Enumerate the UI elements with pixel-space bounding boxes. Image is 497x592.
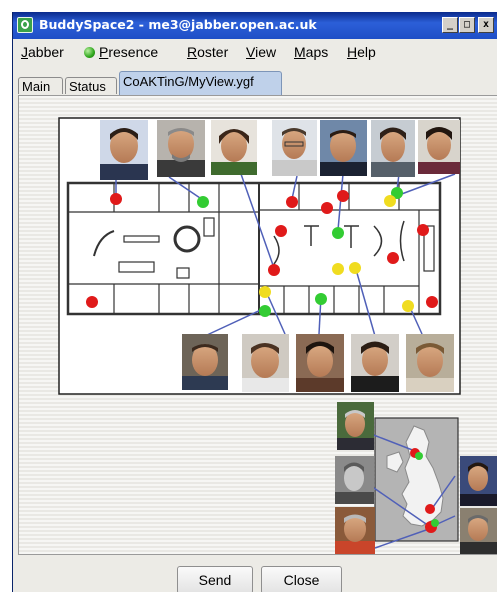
presence-marker-green[interactable] <box>197 196 209 208</box>
user-avatar[interactable] <box>100 120 148 180</box>
presence-marker-yellow[interactable] <box>259 286 271 298</box>
presence-marker-red[interactable] <box>425 504 435 514</box>
menu-roster[interactable]: Roster <box>187 44 228 60</box>
minimize-button[interactable]: _ <box>442 17 458 33</box>
presence-marker-red[interactable] <box>286 196 298 208</box>
menu-bar: Jabber Presence Roster View Maps Help <box>13 41 497 63</box>
user-avatar[interactable] <box>351 334 399 392</box>
map-canvas <box>58 117 497 554</box>
presence-marker-green[interactable] <box>415 452 423 460</box>
presence-marker-green[interactable] <box>259 305 271 317</box>
user-avatar[interactable] <box>460 456 497 506</box>
user-avatar[interactable] <box>157 120 205 177</box>
bottom-avatar-row <box>182 334 454 392</box>
send-button[interactable]: Send <box>177 566 253 592</box>
menu-view[interactable]: View <box>246 44 276 60</box>
user-avatar[interactable] <box>371 120 415 177</box>
presence-marker-yellow[interactable] <box>349 262 361 274</box>
user-avatar[interactable] <box>335 456 374 504</box>
tab-status[interactable]: Status <box>65 77 117 94</box>
presence-marker-yellow[interactable] <box>402 300 414 312</box>
user-avatar[interactable] <box>182 334 228 390</box>
menu-presence[interactable]: Presence <box>84 44 158 60</box>
presence-marker-red[interactable] <box>268 264 280 276</box>
presence-marker-red[interactable] <box>426 296 438 308</box>
uk-map <box>374 417 459 542</box>
presence-marker-red[interactable] <box>110 193 122 205</box>
window-title: BuddySpace2 - me3@jabber.open.ac.uk <box>39 17 317 32</box>
presence-marker-red[interactable] <box>387 252 399 264</box>
presence-marker-green[interactable] <box>315 293 327 305</box>
menu-jabber[interactable]: Jabber <box>21 44 64 60</box>
presence-marker-red[interactable] <box>417 224 429 236</box>
map-view-panel <box>18 95 497 555</box>
presence-marker-red[interactable] <box>275 225 287 237</box>
tab-main[interactable]: Main <box>18 77 63 94</box>
presence-marker-yellow[interactable] <box>384 195 396 207</box>
presence-marker-yellow[interactable] <box>332 263 344 275</box>
presence-status-icon <box>84 47 95 58</box>
user-avatar[interactable] <box>335 507 375 554</box>
presence-marker-red[interactable] <box>337 190 349 202</box>
dialog-button-row: Send Close <box>13 555 497 592</box>
menu-help[interactable]: Help <box>347 44 376 60</box>
user-avatar[interactable] <box>460 508 497 554</box>
buddyspace-window: BuddySpace2 - me3@jabber.open.ac.uk _ □ … <box>12 12 497 592</box>
title-bar[interactable]: BuddySpace2 - me3@jabber.open.ac.uk _ □ … <box>13 12 497 39</box>
presence-marker-green[interactable] <box>332 227 344 239</box>
tab-coakting-myview[interactable]: CoAKTinG/MyView.ygf <box>119 71 282 95</box>
user-avatar[interactable] <box>337 402 374 450</box>
presence-marker-red[interactable] <box>321 202 333 214</box>
presence-marker-green[interactable] <box>431 519 439 527</box>
user-avatar[interactable] <box>242 334 289 392</box>
close-window-button[interactable]: x <box>478 17 494 33</box>
user-avatar[interactable] <box>211 120 257 175</box>
user-avatar[interactable] <box>418 120 460 174</box>
presence-marker-red[interactable] <box>86 296 98 308</box>
buddyspace-app-icon <box>17 17 33 33</box>
user-avatar[interactable] <box>406 334 454 392</box>
user-avatar[interactable] <box>296 334 344 392</box>
user-avatar[interactable] <box>272 120 317 176</box>
menu-maps[interactable]: Maps <box>294 44 328 60</box>
close-button[interactable]: Close <box>261 566 342 592</box>
user-avatar[interactable] <box>320 120 367 176</box>
maximize-button[interactable]: □ <box>459 17 475 33</box>
tab-strip: Main Status CoAKTinG/MyView.ygf <box>13 69 497 95</box>
